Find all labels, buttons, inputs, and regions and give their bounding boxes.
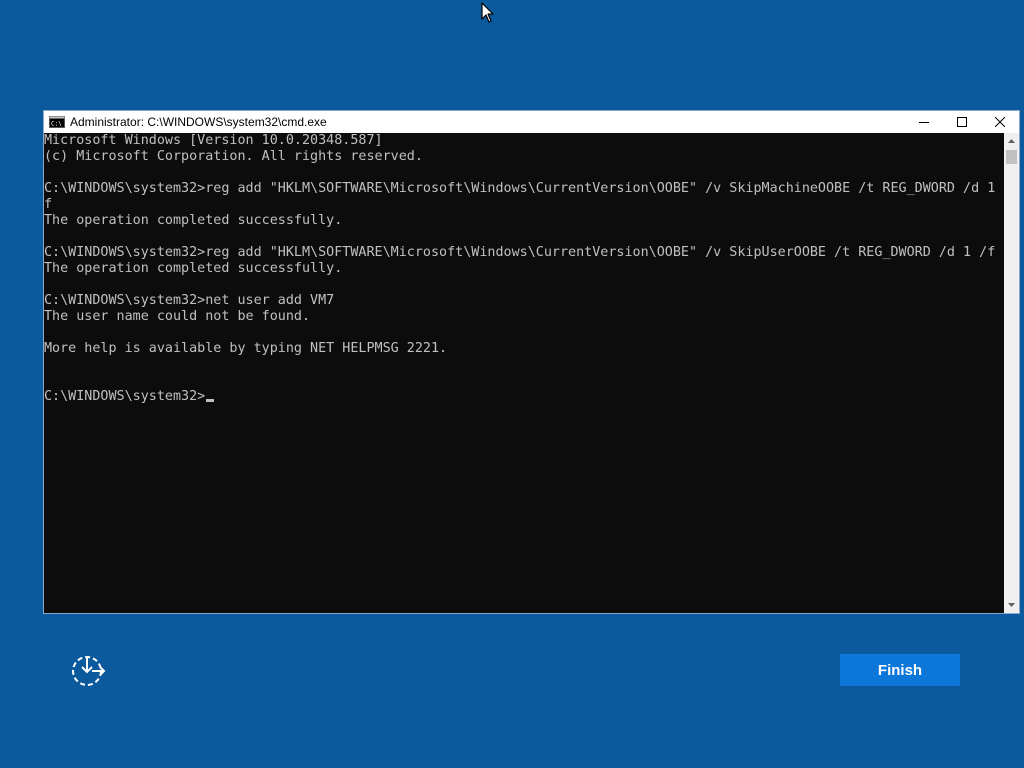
console-line: The user name could not be found.: [44, 309, 311, 324]
cmd-icon: C:\: [49, 116, 65, 128]
finish-button[interactable]: Finish: [840, 654, 960, 686]
scroll-down-button[interactable]: [1004, 597, 1019, 613]
scrollbar-thumb[interactable]: [1006, 150, 1017, 164]
command-prompt-line[interactable]: C:\WINDOWS\system32>: [44, 389, 1005, 405]
scroll-up-arrow-icon: [1008, 139, 1015, 143]
console-line: Microsoft Windows [Version 10.0.20348.58…: [44, 133, 383, 148]
console-line: f: [44, 197, 53, 212]
window-title: Administrator: C:\WINDOWS\system32\cmd.e…: [70, 115, 327, 129]
scroll-up-button[interactable]: [1004, 133, 1019, 149]
ease-of-access-icon[interactable]: [70, 654, 106, 688]
window-controls: [905, 111, 1019, 133]
close-button[interactable]: [981, 111, 1019, 133]
console-line: C:\WINDOWS\system32>net user add VM7: [44, 293, 335, 308]
title-bar[interactable]: C:\ Administrator: C:\WINDOWS\system32\c…: [44, 111, 1019, 133]
minimize-icon: [919, 122, 929, 123]
svg-text:C:\: C:\: [51, 121, 62, 128]
console-output[interactable]: Microsoft Windows [Version 10.0.20348.58…: [44, 133, 1005, 613]
console-line: The operation completed successfully.: [44, 213, 343, 228]
mouse-cursor-icon: [481, 2, 494, 23]
maximize-icon: [957, 117, 967, 127]
command-prompt: C:\WINDOWS\system32>: [44, 389, 206, 404]
console-line: The operation completed successfully.: [44, 261, 343, 276]
console-line: More help is available by typing NET HEL…: [44, 341, 448, 356]
console-line: C:\WINDOWS\system32>reg add "HKLM\SOFTWA…: [44, 245, 996, 260]
text-caret: [206, 399, 215, 402]
console-line: C:\WINDOWS\system32>reg add "HKLM\SOFTWA…: [44, 181, 1005, 196]
maximize-button[interactable]: [943, 111, 981, 133]
console-line: (c) Microsoft Corporation. All rights re…: [44, 149, 423, 164]
close-icon: [995, 117, 1005, 127]
minimize-button[interactable]: [905, 111, 943, 133]
vertical-scrollbar[interactable]: [1004, 133, 1019, 613]
cmd-window[interactable]: C:\ Administrator: C:\WINDOWS\system32\c…: [43, 110, 1020, 614]
scroll-down-arrow-icon: [1008, 603, 1015, 607]
